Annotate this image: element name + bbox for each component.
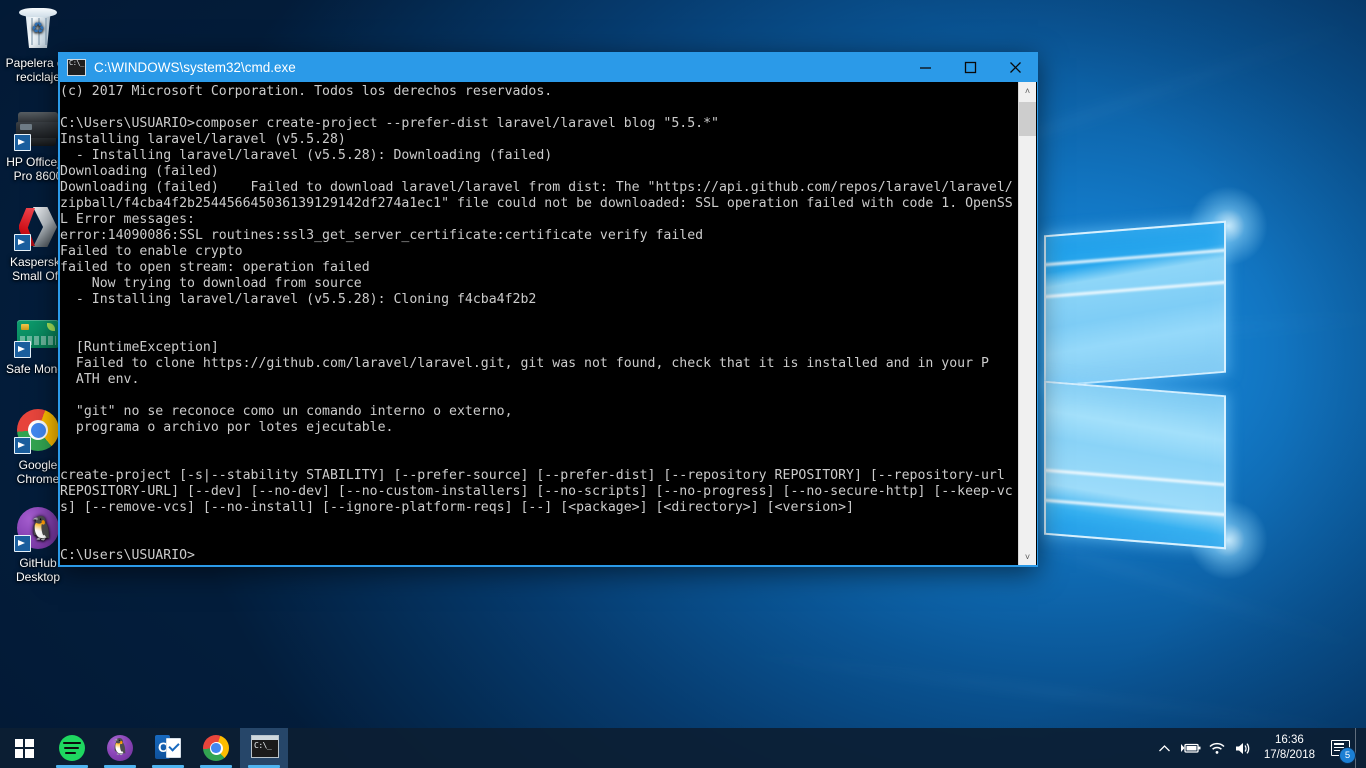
- wifi-icon[interactable]: [1204, 728, 1230, 768]
- windows-logo-wallpaper: [1040, 186, 1268, 580]
- github-icon: 🐧: [14, 504, 62, 552]
- taskbar[interactable]: 🐧 O C:\_ 16:36 17/8/2018 5: [0, 728, 1366, 768]
- spotify-icon: [59, 735, 85, 761]
- cmd-output-line: - Installing laravel/laravel (v5.5.28): …: [60, 292, 537, 307]
- logo-pane-bottom: [1044, 380, 1226, 550]
- cmd-output-line: [60, 452, 1018, 468]
- cmd-output-line: zipball/f4cba4f2b254456645036139129142df…: [60, 196, 1013, 211]
- taskbar-item-cmd[interactable]: [240, 728, 288, 768]
- cmd-output-line: [60, 388, 1018, 404]
- cmd-output-line: C:\Users\USUARIO>: [60, 548, 195, 563]
- safe-money-icon: [14, 310, 62, 358]
- cmd-output-line: "git" no se reconoce como un comando int…: [60, 404, 513, 419]
- cmd-output-line: Installing laravel/laravel (v5.5.28): [60, 132, 346, 147]
- cmd-output-line: failed to open stream: operation failed: [60, 260, 370, 275]
- console-icon: [67, 58, 86, 76]
- cmd-output-line: [60, 532, 1018, 548]
- cmd-output-line: [60, 100, 1018, 116]
- show-desktop-button[interactable]: [1355, 728, 1362, 768]
- cmd-output-line: Downloading (failed) Failed to download …: [60, 180, 1013, 195]
- cmd-output-line: Failed to clone https://github.com/larav…: [60, 356, 989, 371]
- cmd-output-line: C:\Users\USUARIO>composer create-project…: [60, 116, 719, 131]
- cmd-output-line: create-project [-s|--stability STABILITY…: [60, 468, 1005, 483]
- shortcut-arrow-icon: [14, 134, 31, 151]
- cmd-output-line: - Installing laravel/laravel (v5.5.28): …: [60, 148, 553, 163]
- shortcut-arrow-icon: [14, 341, 31, 358]
- windows-logo-icon: [14, 738, 34, 758]
- cmd-titlebar[interactable]: C:\WINDOWS\system32\cmd.exe: [58, 52, 1038, 82]
- kaspersky-icon: [14, 203, 62, 251]
- battery-icon[interactable]: [1178, 728, 1204, 768]
- cmd-output-line: s] [--remove-vcs] [--no-install] [--igno…: [60, 500, 854, 515]
- cmd-output-line: (c) 2017 Microsoft Corporation. Todos lo…: [60, 84, 553, 99]
- taskbar-item-spotify[interactable]: [48, 728, 96, 768]
- cmd-output-line: programa o archivo por lotes ejecutable.: [60, 420, 394, 435]
- start-button[interactable]: [0, 728, 48, 768]
- desktop[interactable]: ♻ Papelera de reciclaje HP Officejet Pro…: [0, 0, 1366, 768]
- outlook-icon: [155, 735, 181, 761]
- shortcut-arrow-icon: [14, 437, 31, 454]
- window-controls: [903, 52, 1038, 82]
- volume-icon[interactable]: [1230, 728, 1256, 768]
- action-center-button[interactable]: 5: [1325, 728, 1356, 768]
- chrome-icon: [14, 406, 62, 454]
- shortcut-arrow-icon: [14, 234, 31, 251]
- cmd-output-line: Now trying to download from source: [60, 276, 362, 291]
- scrollbar-thumb[interactable]: [1019, 102, 1036, 136]
- shortcut-arrow-icon: [14, 535, 31, 552]
- taskbar-item-github-desktop[interactable]: 🐧: [96, 728, 144, 768]
- taskbar-item-chrome[interactable]: [192, 728, 240, 768]
- cmd-output-line: [60, 436, 1018, 452]
- notification-badge: 5: [1339, 747, 1356, 764]
- cmd-output-line: ATH env.: [60, 372, 140, 387]
- show-hidden-icons-chevron-icon[interactable]: [1152, 728, 1178, 768]
- cmd-output-line: L Error messages:: [60, 212, 195, 227]
- clock-time: 16:36: [1275, 734, 1304, 746]
- cmd-output-line: Downloading (failed): [60, 164, 219, 179]
- cmd-output-line: [RuntimeException]: [60, 340, 219, 355]
- chrome-icon: [203, 735, 229, 761]
- cmd-output-line: Failed to enable crypto: [60, 244, 243, 259]
- github-icon: 🐧: [107, 735, 133, 761]
- console-icon: [251, 735, 279, 761]
- cmd-output-line: REPOSITORY-URL] [--dev] [--no-dev] [--no…: [60, 484, 1013, 499]
- cmd-output-line: [60, 324, 1018, 340]
- cmd-output-line: [60, 308, 1018, 324]
- cmd-scrollbar[interactable]: ˄ ˅: [1018, 82, 1036, 565]
- scroll-down-arrow-icon[interactable]: ˅: [1019, 548, 1036, 565]
- printer-icon: [14, 103, 62, 151]
- clock-date: 17/8/2018: [1263, 749, 1315, 761]
- cmd-console-body[interactable]: (c) 2017 Microsoft Corporation. Todos lo…: [58, 82, 1038, 567]
- cmd-window[interactable]: C:\WINDOWS\system32\cmd.exe (c) 2017 Mic…: [58, 52, 1038, 567]
- maximize-button[interactable]: [948, 52, 993, 82]
- cmd-output-text: (c) 2017 Microsoft Corporation. Todos lo…: [60, 82, 1018, 564]
- cmd-title-text: C:\WINDOWS\system32\cmd.exe: [94, 59, 296, 75]
- cmd-output-line: [60, 516, 1018, 532]
- minimize-button[interactable]: [903, 52, 948, 82]
- cmd-output-line: error:14090086:SSL routines:ssl3_get_ser…: [60, 228, 704, 243]
- recycle-bin-icon: ♻: [14, 4, 62, 52]
- logo-pane-top: [1044, 220, 1226, 388]
- taskbar-clock[interactable]: 16:36 17/8/2018: [1256, 733, 1325, 763]
- taskbar-item-outlook[interactable]: [144, 728, 192, 768]
- scroll-up-arrow-icon[interactable]: ˄: [1019, 82, 1036, 99]
- close-button[interactable]: [993, 52, 1038, 82]
- system-tray[interactable]: 16:36 17/8/2018 5: [1152, 728, 1366, 768]
